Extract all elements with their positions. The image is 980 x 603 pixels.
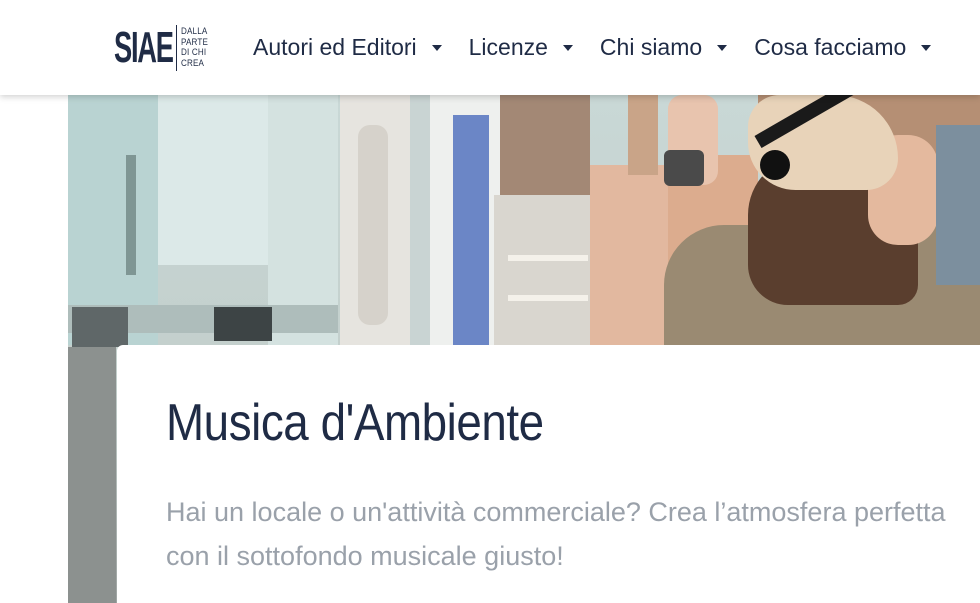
nav-item-label: Cosa facciamo: [754, 34, 907, 60]
page-description: Hai un locale o un'attività commerciale?…: [166, 497, 946, 571]
chevron-down-icon: [431, 45, 442, 51]
chevron-down-icon: [921, 45, 932, 51]
content-card: Musica d'Ambiente Hai un locale o un'att…: [117, 345, 980, 603]
logo-tagline-line: CREA: [181, 57, 205, 69]
logo-tagline-line: DALLA: [181, 26, 208, 37]
main-nav: Autori ed Editori Licenze Chi siamo Cosa…: [253, 32, 958, 62]
logo-divider: [176, 25, 177, 71]
site-header: SIAE DALLA PARTE DI CHI CREA Autori ed E…: [0, 0, 980, 95]
logo-tagline: DALLA PARTE DI CHI CREA: [181, 26, 208, 69]
nav-item-licenze[interactable]: Licenze: [469, 32, 573, 62]
nav-item-label: Licenze: [468, 34, 548, 60]
page-title: Musica d'Ambiente: [166, 394, 544, 452]
nav-item-cosa-facciamo[interactable]: Cosa facciamo: [754, 32, 932, 62]
nav-item-chi-siamo[interactable]: Chi siamo: [599, 32, 728, 62]
chevron-down-icon: [717, 45, 728, 51]
nav-item-label: Chi siamo: [599, 34, 703, 60]
page: SIAE DALLA PARTE DI CHI CREA Autori ed E…: [0, 0, 980, 603]
logo-tagline-line: DI CHI: [181, 47, 207, 58]
siae-logo[interactable]: SIAE DALLA PARTE DI CHI CREA: [114, 20, 213, 76]
nav-item-autori-ed-editori[interactable]: Autori ed Editori: [253, 32, 442, 62]
chevron-down-icon: [562, 45, 573, 51]
nav-item-label: Autori ed Editori: [253, 34, 417, 60]
logo-mark: SIAE: [114, 23, 174, 72]
